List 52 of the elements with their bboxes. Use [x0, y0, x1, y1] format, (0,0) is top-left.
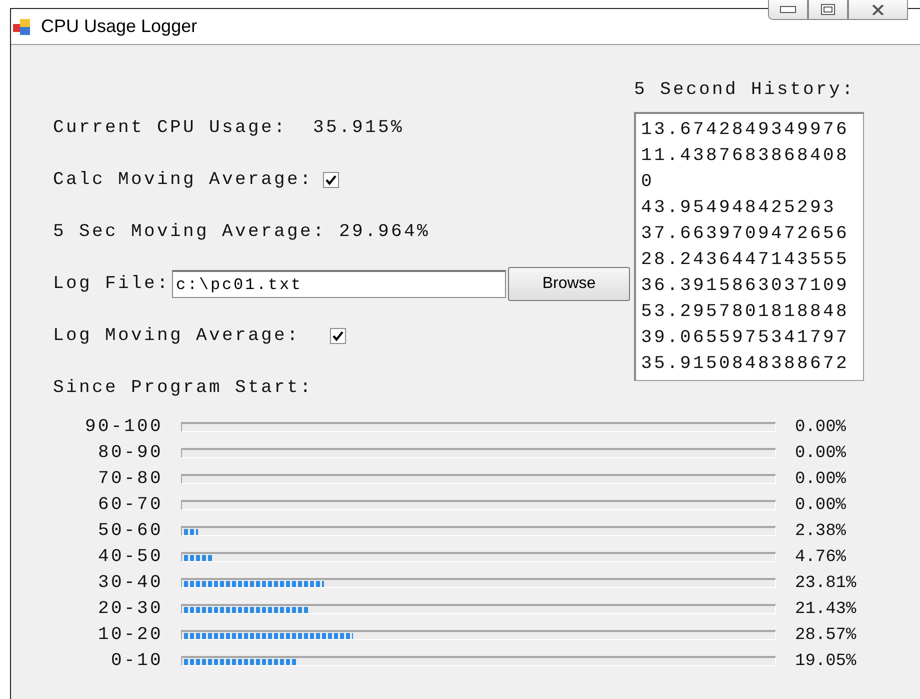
- history-item: 37.6639709472656: [641, 223, 850, 246]
- range-label: 40-50: [96, 547, 163, 567]
- percent-label: 0.00%: [795, 470, 846, 488]
- average-label: 5 Sec Moving Average:: [53, 222, 328, 242]
- checkbox-label: Log Moving Average:: [53, 326, 300, 346]
- history-item: 43.954948425293: [641, 197, 838, 220]
- range-label: 90-100: [84, 417, 163, 437]
- history-item: 0: [641, 171, 656, 194]
- percent-label: 0.00%: [795, 444, 846, 462]
- browse-button[interactable]: Browse: [508, 267, 630, 301]
- minimize-icon: [780, 6, 796, 14]
- history-item: 13.6742849349976: [641, 119, 850, 142]
- app-icon: [13, 18, 31, 36]
- checkbox[interactable]: [323, 172, 340, 188]
- percent-label: 0.00%: [795, 418, 846, 436]
- minimize-button[interactable]: [768, 0, 808, 20]
- log-file-field[interactable]: c:\pc01.txt: [172, 270, 506, 298]
- range-label: 60-70: [96, 495, 163, 515]
- percent-label: 21.43%: [795, 600, 856, 618]
- close-button[interactable]: [848, 0, 908, 20]
- close-icon: [871, 4, 885, 14]
- range-label: 80-90: [96, 443, 163, 463]
- maximize-icon: [821, 4, 835, 16]
- history-list[interactable]: 13.6742849349976 11.4387683868408 0 43.954948425293 37.6639709472656 28.2436447143555 36.3915863037109 53.2957801818848 39.0655975341797 35.9150848388672: [634, 112, 864, 381]
- history-item: 11.4387683868408: [641, 145, 850, 168]
- history-item: 39.0655975341797: [641, 327, 850, 350]
- range-label: 20-30: [96, 599, 163, 619]
- range-label: 50-60: [96, 521, 163, 541]
- maximize-button[interactable]: [808, 0, 848, 20]
- usage-value: 35.915%: [313, 118, 404, 138]
- percent-label: 4.76%: [795, 548, 846, 566]
- window-title: CPU Usage Logger: [41, 16, 198, 37]
- usage-label: Current CPU Usage:: [53, 118, 288, 138]
- percent-label: 28.57%: [795, 626, 856, 644]
- history-title: 5 Second History:: [634, 79, 856, 101]
- range-label: 70-80: [96, 469, 163, 489]
- field-label: Log File:: [53, 274, 170, 294]
- percent-label: 0.00%: [795, 496, 846, 514]
- history-item: 53.2957801818848: [641, 301, 850, 324]
- range-label: 10-20: [96, 625, 163, 645]
- percent-label: 23.81%: [795, 574, 856, 592]
- range-label: 30-40: [96, 573, 163, 593]
- percent-label: 2.38%: [795, 522, 846, 540]
- section-title: Since Program Start:: [53, 378, 314, 398]
- history-item: 28.2436447143555: [641, 249, 850, 272]
- history-item: 35.9150848388672: [641, 353, 850, 376]
- history-item: 36.3915863037109: [641, 275, 850, 298]
- range-label: 0-10: [110, 651, 163, 671]
- checkbox[interactable]: [330, 328, 346, 344]
- checkbox-label: Calc Moving Average:: [53, 170, 314, 190]
- percent-label: 19.05%: [795, 652, 856, 670]
- average-value: 29.964%: [339, 222, 430, 242]
